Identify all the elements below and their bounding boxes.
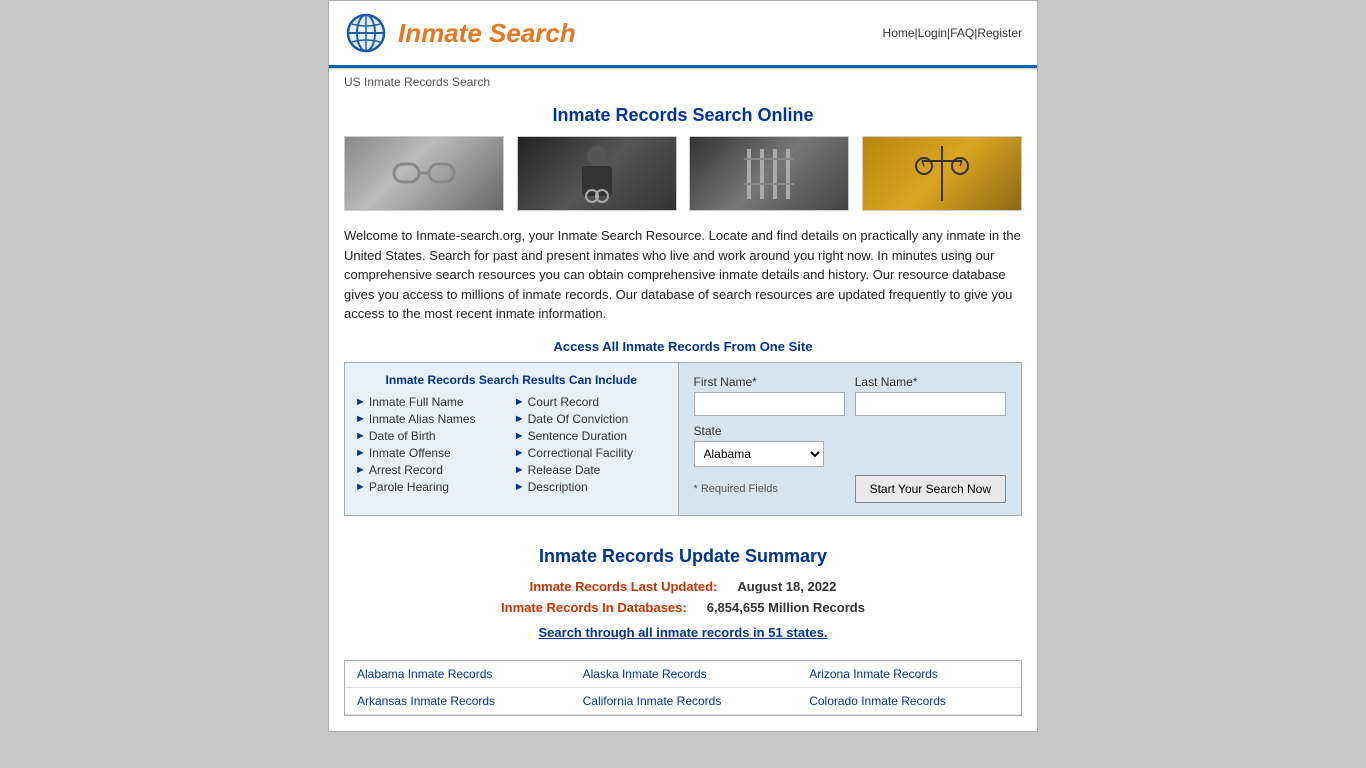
result-item: ►Correctional Facility: [514, 446, 668, 460]
state-select[interactable]: AlabamaAlaskaArizonaArkansasCaliforniaCo…: [694, 441, 824, 467]
state-records-link[interactable]: Alaska Inmate Records: [583, 667, 707, 681]
header: Inmate Search Home|Login|FAQ|Register: [329, 1, 1037, 65]
first-name-group: First Name*: [694, 375, 845, 416]
logo-area: Inmate Search: [344, 11, 576, 55]
hero-image-justice: [862, 136, 1022, 211]
result-item: ►Sentence Duration: [514, 429, 668, 443]
result-item: ►Inmate Full Name: [355, 395, 509, 409]
arrow-icon: ►: [355, 464, 366, 476]
search-button[interactable]: Start Your Search Now: [855, 475, 1006, 503]
nav-faq[interactable]: FAQ: [950, 26, 974, 40]
arrow-icon: ►: [355, 396, 366, 408]
arrow-icon: ►: [514, 396, 525, 408]
left-panel-title: Inmate Records Search Results Can Includ…: [355, 373, 668, 387]
arrow-icon: ►: [355, 430, 366, 442]
result-item: ►Date of Birth: [355, 429, 509, 443]
arrow-icon: ►: [514, 413, 525, 425]
result-item: ►Parole Hearing: [355, 480, 509, 494]
page-heading: Inmate Records Search Online: [344, 105, 1022, 126]
state-records-link[interactable]: Colorado Inmate Records: [809, 694, 946, 708]
result-label: Inmate Offense: [369, 446, 451, 460]
main-content: Inmate Records Search Online: [329, 95, 1037, 526]
table-row: Arkansas Inmate Records California Inmate…: [345, 687, 1021, 714]
images-row: [344, 136, 1022, 211]
last-name-group: Last Name*: [855, 375, 1006, 416]
result-label: Description: [528, 480, 588, 494]
search-section: Inmate Records Search Results Can Includ…: [344, 362, 1022, 516]
breadcrumb: US Inmate Records Search: [329, 69, 1037, 95]
arrow-icon: ►: [514, 464, 525, 476]
result-label: Date of Birth: [369, 429, 436, 443]
state-records-link[interactable]: Alabama Inmate Records: [357, 667, 492, 681]
result-item: ►Description: [514, 480, 668, 494]
result-item: ►Inmate Offense: [355, 446, 509, 460]
result-item: ►Release Date: [514, 463, 668, 477]
nav-links: Home|Login|FAQ|Register: [883, 26, 1022, 40]
required-note: * Required Fields: [694, 483, 778, 495]
state-records-link[interactable]: Arkansas Inmate Records: [357, 694, 495, 708]
result-label: Inmate Alias Names: [369, 412, 476, 426]
state-label: State: [694, 424, 1007, 438]
form-footer: * Required Fields Start Your Search Now: [694, 475, 1007, 503]
results-grid: ►Inmate Full Name►Court Record►Inmate Al…: [355, 395, 668, 494]
result-label: Court Record: [528, 395, 599, 409]
first-name-input[interactable]: [694, 392, 845, 416]
arrow-icon: ►: [355, 447, 366, 459]
result-label: Correctional Facility: [528, 446, 633, 460]
globe-icon: [344, 11, 388, 55]
name-form-row: First Name* Last Name*: [694, 375, 1007, 416]
hero-image-handcuffs: [344, 136, 504, 211]
search-states-link[interactable]: Search through all inmate records in 51 …: [344, 625, 1022, 640]
last-name-input[interactable]: [855, 392, 1006, 416]
hero-image-arrest: [517, 136, 677, 211]
state-records-link[interactable]: California Inmate Records: [583, 694, 722, 708]
result-item: ►Date Of Conviction: [514, 412, 668, 426]
last-updated-value: August 18, 2022: [737, 579, 836, 594]
nav-register[interactable]: Register: [977, 26, 1022, 40]
arrow-icon: ►: [355, 481, 366, 493]
last-name-label: Last Name*: [855, 375, 1006, 389]
result-label: Arrest Record: [369, 463, 443, 477]
states-table: Alabama Inmate Records Alaska Inmate Reco…: [345, 661, 1021, 715]
hero-image-bars: [689, 136, 849, 211]
state-group: State AlabamaAlaskaArizonaArkansasCalifo…: [694, 424, 1007, 467]
records-row: Inmate Records In Databases: 6,854,655 M…: [344, 600, 1022, 615]
arrow-icon: ►: [355, 413, 366, 425]
arrow-icon: ►: [514, 430, 525, 442]
result-label: Release Date: [528, 463, 601, 477]
description-text: Welcome to Inmate-search.org, your Inmat…: [344, 226, 1022, 324]
records-label: Inmate Records In Databases:: [501, 600, 687, 615]
update-summary: Inmate Records Update Summary Inmate Rec…: [329, 526, 1037, 660]
site-title: Inmate Search: [398, 18, 576, 49]
result-label: Inmate Full Name: [369, 395, 464, 409]
first-name-label: First Name*: [694, 375, 845, 389]
update-heading: Inmate Records Update Summary: [344, 546, 1022, 567]
result-label: Parole Hearing: [369, 480, 449, 494]
right-panel: First Name* Last Name* State AlabamaAlas…: [679, 363, 1022, 515]
last-updated-label: Inmate Records Last Updated:: [530, 579, 718, 594]
result-item: ►Arrest Record: [355, 463, 509, 477]
arrow-icon: ►: [514, 447, 525, 459]
last-updated-row: Inmate Records Last Updated: August 18, …: [344, 579, 1022, 594]
table-row: Alabama Inmate Records Alaska Inmate Reco…: [345, 661, 1021, 688]
result-item: ►Inmate Alias Names: [355, 412, 509, 426]
left-panel: Inmate Records Search Results Can Includ…: [345, 363, 679, 515]
states-table-wrapper: Alabama Inmate Records Alaska Inmate Reco…: [344, 660, 1022, 716]
arrow-icon: ►: [514, 481, 525, 493]
result-item: ►Court Record: [514, 395, 668, 409]
access-label: Access All Inmate Records From One Site: [344, 339, 1022, 354]
nav-login[interactable]: Login: [918, 26, 947, 40]
state-records-link[interactable]: Arizona Inmate Records: [809, 667, 938, 681]
result-label: Date Of Conviction: [528, 412, 629, 426]
records-value: 6,854,655 Million Records: [707, 600, 865, 615]
states-table-body: Alabama Inmate Records Alaska Inmate Reco…: [345, 661, 1021, 715]
nav-home[interactable]: Home: [883, 26, 915, 40]
result-label: Sentence Duration: [528, 429, 627, 443]
